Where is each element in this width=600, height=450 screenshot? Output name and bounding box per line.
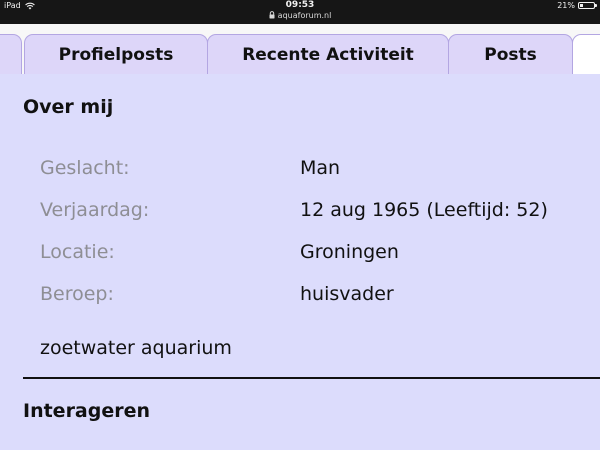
section-title-interact: Interageren [23, 400, 151, 422]
tab-previous-partial[interactable] [0, 34, 22, 74]
battery-percent: 21% [557, 1, 575, 10]
url-text: aquaforum.nl [277, 11, 332, 20]
info-value-location: Groningen [300, 241, 399, 263]
status-right: 21% [557, 1, 597, 10]
section-title-about: Over mij [23, 96, 114, 118]
tab-recente-activiteit[interactable]: Recente Activiteit [207, 34, 449, 74]
battery-icon [578, 2, 597, 9]
battery-level [580, 4, 583, 7]
tab-posts[interactable]: Posts [448, 34, 573, 74]
address-bar[interactable]: aquaforum.nl [0, 11, 600, 21]
tab-profielposts[interactable]: Profielposts [24, 34, 208, 74]
tab-active-partial[interactable] [572, 34, 600, 75]
info-value-gender: Man [300, 157, 341, 179]
info-value-occupation: huisvader [300, 283, 394, 305]
info-label-birthday: Verjaardag: [40, 199, 150, 221]
lock-icon [269, 11, 275, 21]
profile-tab-bar: Profielposts Recente Activiteit Posts [0, 24, 600, 75]
info-label-occupation: Beroep: [40, 283, 114, 305]
tab-label: Posts [484, 44, 537, 65]
info-value-birthday: 12 aug 1965 (Leeftijd: 52) [300, 199, 548, 221]
status-bar: iPad 09:53 aquaforum.nl 21% [0, 0, 600, 24]
clock: 09:53 [285, 0, 315, 10]
tab-label: Profielposts [58, 44, 174, 65]
profile-info-panel: Over mij Geslacht: Man Verjaardag: 12 au… [0, 74, 600, 450]
tab-label: Recente Activiteit [242, 44, 414, 65]
section-divider [23, 377, 600, 379]
about-text: zoetwater aquarium [40, 337, 232, 359]
info-label-gender: Geslacht: [40, 157, 130, 179]
info-label-location: Locatie: [40, 241, 115, 263]
